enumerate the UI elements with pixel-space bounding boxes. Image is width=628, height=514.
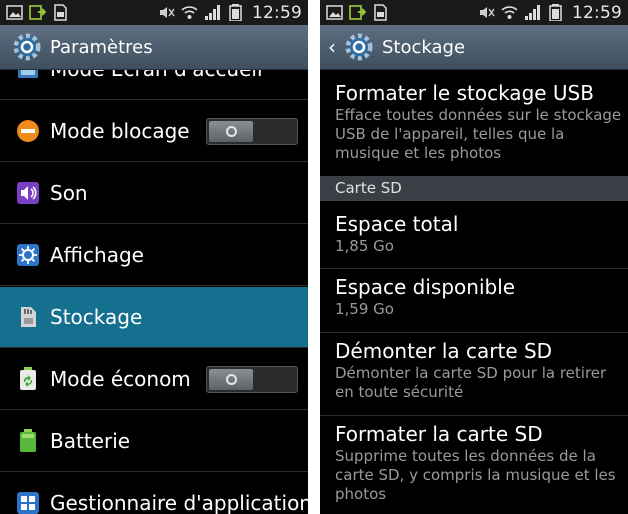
format-sd-description: Supprime toutes les données de la carte …	[335, 447, 616, 503]
gallery-notification-icon	[6, 4, 23, 21]
clock: 12:59	[572, 2, 622, 23]
page-title: Paramètres	[50, 36, 153, 58]
format-usb-title: Formater le stockage USB	[335, 81, 594, 105]
setting-label: Affichage	[50, 243, 144, 267]
settings-screen: 12:59 Paramètres Mode Ecran d'accueil Mo…	[0, 0, 308, 514]
available-space-item: Espace disponible 1,59 Go	[320, 270, 628, 333]
signal-icon	[204, 4, 221, 21]
settings-gear-icon	[344, 32, 374, 62]
clock: 12:59	[252, 2, 302, 23]
unmount-sd-item[interactable]: Démonter la carte SD Démonter la carte S…	[320, 334, 628, 416]
blocking-mode-toggle[interactable]	[206, 118, 298, 145]
setting-label: Gestionnaire d'applications	[50, 491, 308, 514]
download-notification-icon	[29, 4, 46, 21]
sim-card-icon	[52, 4, 69, 21]
wifi-icon	[501, 4, 518, 21]
setting-label: Mode blocage	[50, 119, 190, 143]
battery-status-icon	[547, 4, 564, 21]
format-sd-item[interactable]: Formater la carte SD Supprime toutes les…	[320, 417, 628, 514]
setting-label: Stockage	[50, 305, 143, 329]
page-title: Stockage	[382, 36, 466, 58]
format-usb-description: Efface toutes données sur le stockage US…	[335, 106, 622, 162]
total-space-item: Espace total 1,85 Go	[320, 207, 628, 269]
setting-label: Mode Ecran d'accueil	[50, 70, 263, 81]
display-icon	[16, 243, 40, 267]
power-saving-icon	[16, 367, 40, 391]
total-space-value: 1,85 Go	[335, 237, 394, 255]
setting-display[interactable]: Affichage	[0, 225, 308, 286]
setting-power-saving-mode[interactable]: Mode économie d'énergie	[0, 349, 308, 410]
format-sd-title: Formater la carte SD	[335, 422, 543, 446]
power-saving-toggle[interactable]	[206, 366, 298, 393]
sd-card-section-header: Carte SD	[320, 176, 628, 201]
signal-icon	[524, 4, 541, 21]
status-bar: 12:59	[320, 0, 628, 25]
setting-sound[interactable]: Son	[0, 163, 308, 224]
app-manager-icon	[16, 491, 40, 514]
back-chevron-icon[interactable]: ‹	[328, 35, 336, 59]
unmount-sd-title: Démonter la carte SD	[335, 339, 553, 363]
available-space-title: Espace disponible	[335, 275, 516, 299]
setting-label: Mode économie d'énergie	[50, 367, 190, 391]
setting-home-screen-mode[interactable]: Mode Ecran d'accueil	[0, 70, 308, 100]
sim-card-icon	[372, 4, 389, 21]
battery-icon	[16, 429, 40, 453]
status-bar: 12:59	[0, 0, 308, 25]
settings-list: Mode Ecran d'accueil Mode blocage Son Af…	[0, 70, 308, 514]
setting-storage[interactable]: Stockage	[0, 287, 308, 348]
setting-blocking-mode[interactable]: Mode blocage	[0, 101, 308, 162]
wifi-icon	[181, 4, 198, 21]
action-bar: Paramètres	[0, 25, 308, 70]
setting-battery[interactable]: Batterie	[0, 411, 308, 472]
setting-label: Batterie	[50, 429, 131, 453]
setting-app-manager[interactable]: Gestionnaire d'applications	[0, 473, 308, 514]
battery-status-icon	[227, 4, 244, 21]
toggle-thumb	[209, 369, 253, 390]
mute-icon	[478, 4, 495, 21]
format-usb-storage[interactable]: Formater le stockage USB Efface toutes d…	[320, 80, 628, 176]
total-space-title: Espace total	[335, 212, 459, 236]
speaker-icon	[16, 181, 40, 205]
toggle-thumb	[209, 121, 253, 142]
download-notification-icon	[349, 4, 366, 21]
sd-card-icon	[16, 305, 40, 329]
setting-label: Son	[50, 181, 88, 205]
gallery-notification-icon	[326, 4, 343, 21]
settings-gear-icon	[12, 32, 42, 62]
home-screen-icon	[16, 70, 40, 81]
action-bar[interactable]: ‹ Stockage	[320, 25, 628, 70]
blocking-icon	[16, 119, 40, 143]
mute-icon	[158, 4, 175, 21]
unmount-sd-description: Démonter la carte SD pour la retirer en …	[335, 364, 607, 401]
available-space-value: 1,59 Go	[335, 300, 394, 318]
storage-screen: 12:59 ‹ Stockage Formater le stockage US…	[320, 0, 628, 514]
